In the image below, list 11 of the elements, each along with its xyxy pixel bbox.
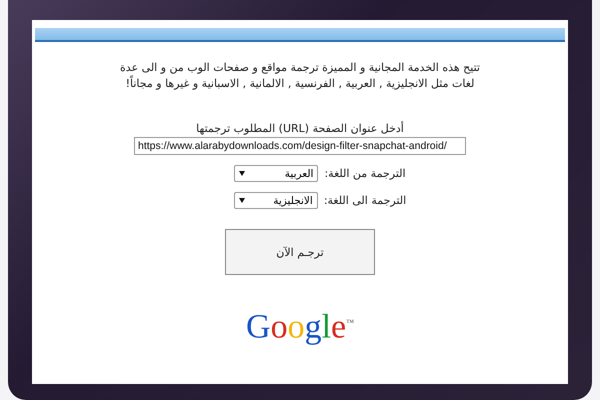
caret-icon [238, 198, 245, 203]
language-label: الترجمة الى اللغة: [324, 194, 406, 207]
intro-text: تتيح هذه الخدمة المجانية و المميزة ترجمة مواقع و صفحات الوب من و الى عدة لغات مثل الانجليزية , العربية , الفرنسية , الالمانية , الاسبانية و غيرها و مجاناً! [120, 60, 480, 92]
translate-button[interactable]: ترجـم الآن [225, 229, 375, 275]
caret-icon [239, 171, 246, 176]
language-dropdown[interactable]: العربية [234, 165, 318, 182]
language-dropdown[interactable]: الانجليزية [234, 192, 318, 209]
language-label: الترجمة من اللغة: [324, 167, 406, 180]
url-label: أدخل عنوان الصفحة (URL) المطلوب ترجمتها [196, 122, 404, 135]
url-field[interactable]: https://www.alarabydownloads.com/design-filter-snapchat-android/ [134, 137, 466, 155]
google-logo: Google$^{™}$ [246, 307, 354, 346]
